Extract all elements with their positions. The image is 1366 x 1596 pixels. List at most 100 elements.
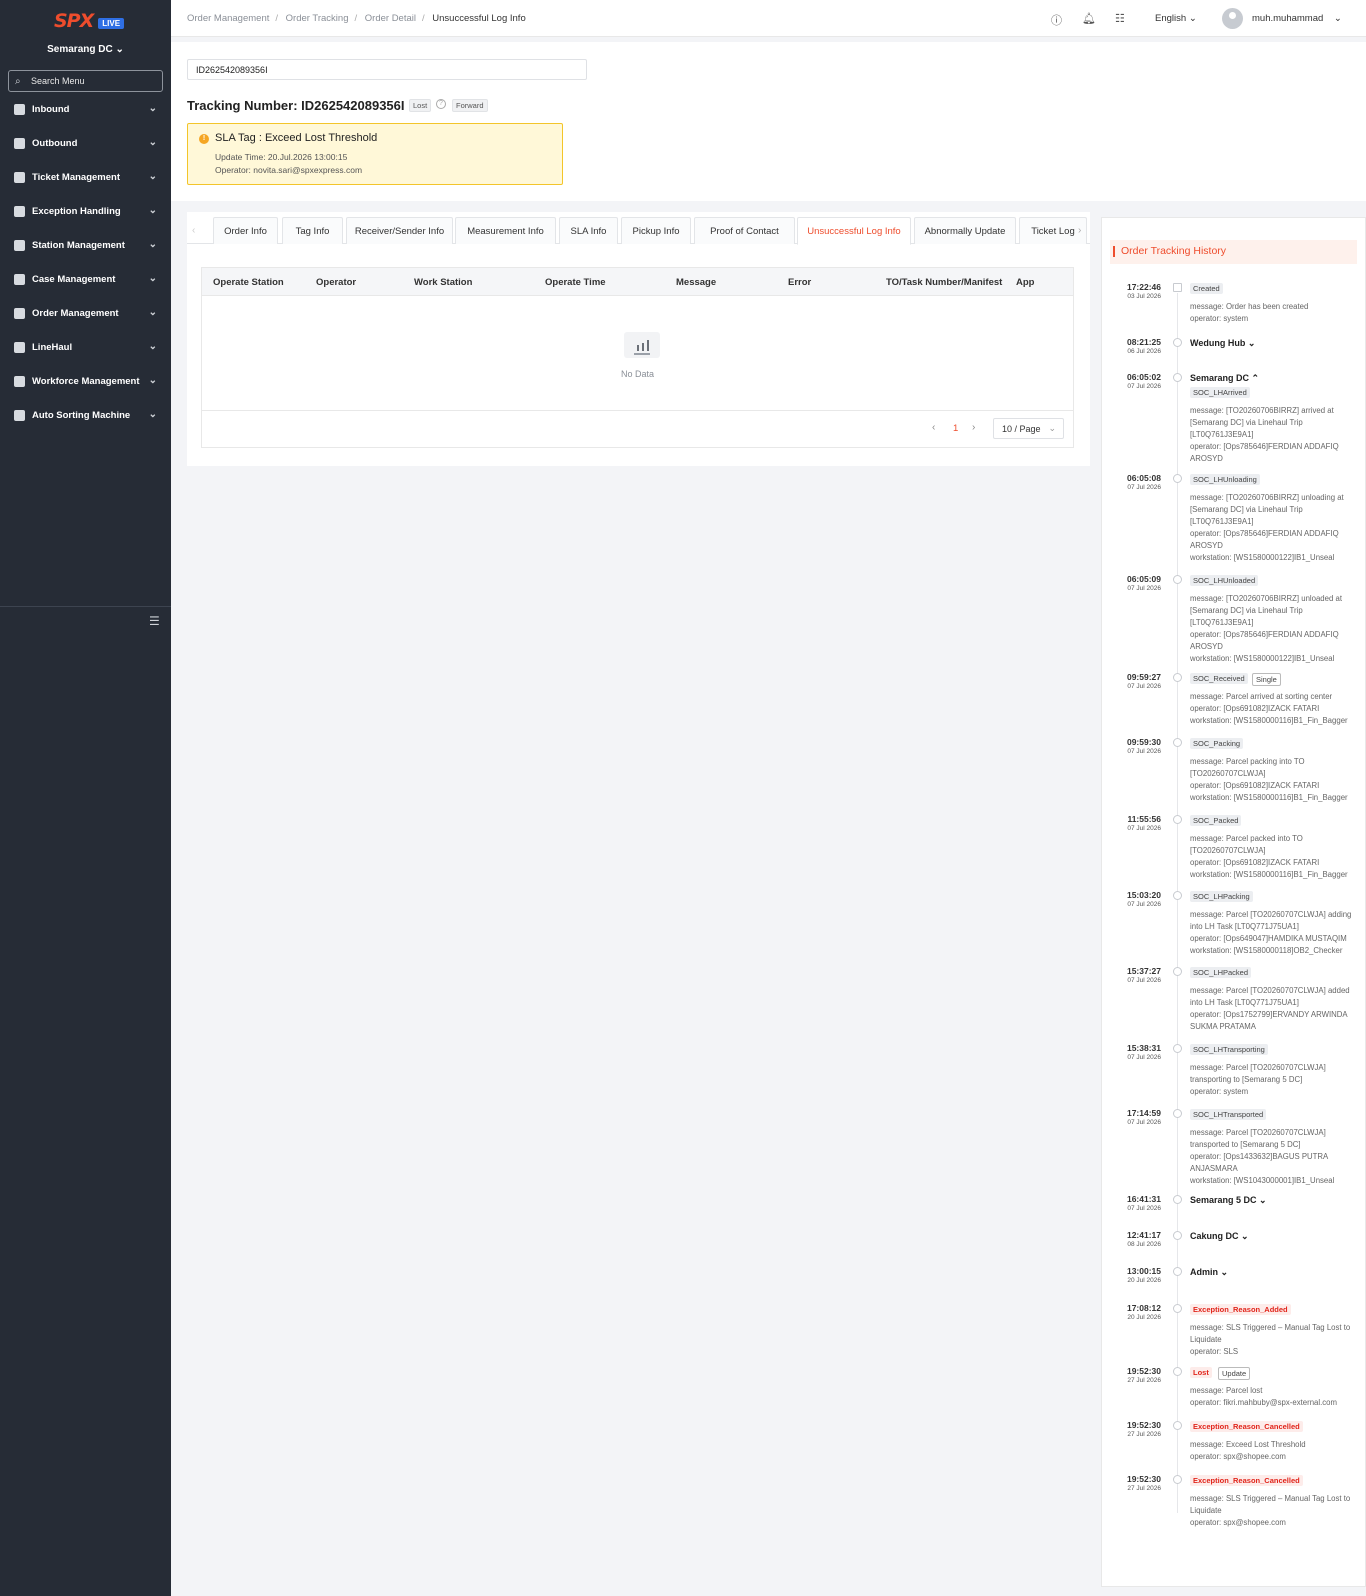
status-dot-icon <box>1173 815 1182 824</box>
event-time: 08:21:25 <box>1126 337 1161 347</box>
user-menu[interactable]: muh.muhammad ⌄ <box>1252 13 1342 24</box>
tab-receiver-sender-info[interactable]: Receiver/Sender Info <box>346 217 453 244</box>
event-date: 07 Jul 2026 <box>1127 683 1161 690</box>
event-date: 20 Jul 2026 <box>1127 1277 1161 1284</box>
sidebar-item-workforce-management[interactable]: Workforce Management ⌄ <box>0 366 171 396</box>
event-detail-line: message: SLS Triggered – Manual Tag Lost… <box>1190 1494 1351 1503</box>
clipboard-icon[interactable]: ☷ <box>1115 12 1125 25</box>
column-header[interactable]: Message <box>676 277 716 288</box>
event-time: 09:59:27 <box>1126 672 1161 682</box>
event-detail-line: transported to [Semarang 5 DC] <box>1190 1140 1301 1149</box>
page-size-select[interactable]: 10 / Page ⌄ <box>993 418 1064 439</box>
event-detail-line: AROSYD <box>1190 541 1223 550</box>
sidebar-item-label: Outbound <box>32 137 78 149</box>
sidebar-item-exception-handling[interactable]: Exception Handling ⌄ <box>0 196 171 226</box>
sla-operator: Operator: novita.sari@spxexpress.com <box>215 165 363 175</box>
event-date: 07 Jul 2026 <box>1127 901 1161 908</box>
tracking-search-input[interactable]: ID262542089356I <box>187 59 587 80</box>
station-toggle[interactable]: Admin ⌄ <box>1190 1267 1228 1278</box>
station-name: Cakung DC <box>1190 1231 1239 1241</box>
column-header[interactable]: Operate Time <box>545 277 606 288</box>
tab-pickup-info[interactable]: Pickup Info <box>621 217 691 244</box>
station-toggle[interactable]: Wedung Hub ⌄ <box>1190 338 1255 349</box>
tab-measurement-info[interactable]: Measurement Info <box>455 217 556 244</box>
event-date: 27 Jul 2026 <box>1127 1377 1161 1384</box>
sidebar-item-outbound[interactable]: Outbound ⌄ <box>0 128 171 158</box>
column-header[interactable]: App <box>1016 277 1034 288</box>
tab-scroll-right-icon[interactable]: › <box>1078 225 1081 236</box>
event-date: 20 Jul 2026 <box>1127 1314 1161 1321</box>
column-header[interactable]: Operator <box>316 277 356 288</box>
tab-sla-info[interactable]: SLA Info <box>559 217 618 244</box>
station-toggle[interactable]: Semarang 5 DC ⌄ <box>1190 1195 1267 1206</box>
event-detail-line: ANJASMARA <box>1190 1164 1238 1173</box>
event-detail-line: operator: [Ops691082]IZACK FATARI <box>1190 704 1320 713</box>
tab-tag-info[interactable]: Tag Info <box>282 217 343 244</box>
event-detail-line: message: Exceed Lost Threshold <box>1190 1440 1306 1449</box>
station-toggle[interactable]: Cakung DC ⌄ <box>1190 1231 1249 1242</box>
sidebar-item-auto-sorting-machine[interactable]: Auto Sorting Machine ⌄ <box>0 400 171 430</box>
column-header[interactable]: TO/Task Number/Manifest <box>886 277 1002 288</box>
event-detail-line: message: Parcel packing into TO <box>1190 757 1305 766</box>
event-status-tag: SOC_LHPacked <box>1190 967 1252 978</box>
event-detail-line: operator: [Ops785646]FERDIAN ADDAFIQ <box>1190 442 1339 451</box>
avatar[interactable] <box>1222 8 1243 29</box>
language-selector[interactable]: English ⌄ <box>1155 13 1197 24</box>
document-icon <box>1173 283 1182 292</box>
sidebar-item-inbound[interactable]: Inbound ⌄ <box>0 94 171 124</box>
event-detail-line: operator: system <box>1190 1087 1249 1096</box>
event-detail-line: [LT0Q761J3E9A1] <box>1190 517 1254 526</box>
event-date: 07 Jul 2026 <box>1127 1205 1161 1212</box>
event-detail-line: [Semarang DC] via Linehaul Trip <box>1190 418 1303 427</box>
sidebar-item-station-management[interactable]: Station Management ⌄ <box>0 230 171 260</box>
help-icon[interactable]: ? <box>436 99 446 109</box>
tab-proof-of-contact[interactable]: Proof of Contact <box>694 217 795 244</box>
bell-icon[interactable]: 🔔︎ <box>1082 12 1096 25</box>
breadcrumb-order-detail[interactable]: Order Detail <box>365 13 416 24</box>
search-menu-input[interactable]: ⌕ Search Menu <box>8 70 163 92</box>
column-header[interactable]: Work Station <box>414 277 472 288</box>
prev-page-icon[interactable]: ‹ <box>932 422 935 433</box>
breadcrumb-order-management[interactable]: Order Management <box>187 13 269 24</box>
sidebar-item-label: Station Management <box>32 239 125 251</box>
status-dot-icon <box>1173 1304 1182 1313</box>
spx-logo[interactable]: SPX LIVE <box>54 10 125 32</box>
event-detail-line: operator: [Ops691082]IZACK FATARI <box>1190 858 1320 867</box>
event-time: 15:03:20 <box>1126 890 1161 900</box>
sidebar-item-case-management[interactable]: Case Management ⌄ <box>0 264 171 294</box>
event-time: 06:05:02 <box>1126 372 1161 382</box>
column-header[interactable]: Operate Station <box>213 277 284 288</box>
pagination: ‹ 1 › 10 / Page ⌄ <box>202 410 1073 448</box>
breadcrumb-order-tracking[interactable]: Order Tracking <box>286 13 349 24</box>
status-dot-icon <box>1173 1421 1182 1430</box>
next-page-icon[interactable]: › <box>972 422 975 433</box>
station-toggle[interactable]: Semarang DC ⌃ <box>1190 373 1259 384</box>
sidebar-item-ticket-management[interactable]: Ticket Management ⌄ <box>0 162 171 192</box>
tab-abnormally-update[interactable]: Abnormally Update <box>914 217 1016 244</box>
event-date: 08 Jul 2026 <box>1127 1241 1161 1248</box>
event-detail-line: message: Parcel lost <box>1190 1386 1263 1395</box>
sidebar-item-label: LineHaul <box>32 341 73 353</box>
info-shield-icon[interactable]: ⓘ <box>1051 12 1062 28</box>
event-date: 03 Jul 2026 <box>1127 293 1161 300</box>
column-header[interactable]: Error <box>788 277 811 288</box>
tab-ticket-log[interactable]: Ticket Log <box>1019 217 1087 244</box>
collapse-menu-icon[interactable]: ☰ <box>149 614 160 628</box>
tab-unsuccessful-log-info[interactable]: Unsuccessful Log Info <box>797 217 911 245</box>
event-detail-line: [Semarang DC] via Linehaul Trip <box>1190 606 1303 615</box>
event-detail-line: AROSYD <box>1190 642 1223 651</box>
chevron-down-icon: ⌄ <box>148 375 157 386</box>
breadcrumb: Order Management / Order Tracking / Order … <box>187 13 526 24</box>
event-detail-line: message: Parcel [TO20260707CLWJA] <box>1190 1063 1326 1072</box>
sidebar-item-linehaul[interactable]: LineHaul ⌄ <box>0 332 171 362</box>
event-date: 07 Jul 2026 <box>1127 585 1161 592</box>
tab-order-info[interactable]: Order Info <box>213 217 278 244</box>
tab-scroll-left-icon[interactable]: ‹ <box>192 225 195 236</box>
page-number[interactable]: 1 <box>953 423 958 434</box>
event-detail-line: workstation: [WS1580000116]B1_Fin_Bagger <box>1190 716 1348 725</box>
chevron-down-icon: ⌄ <box>1247 338 1256 348</box>
dc-selector[interactable]: Semarang DC ⌄ <box>0 44 171 55</box>
sidebar-item-order-management[interactable]: Order Management ⌄ <box>0 298 171 328</box>
workforce-icon <box>14 375 25 387</box>
exception-icon <box>14 205 25 217</box>
